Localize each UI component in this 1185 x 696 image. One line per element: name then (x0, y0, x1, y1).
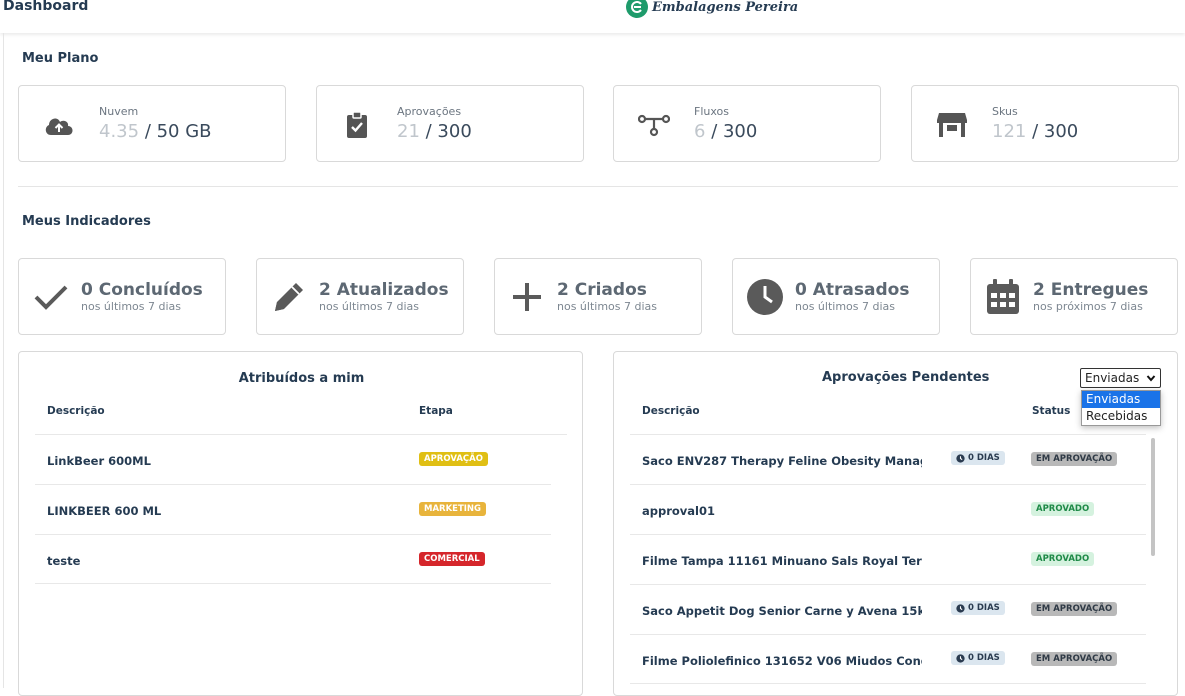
column-header-stage: Etapa (419, 405, 453, 417)
stage-badge: APROVAÇÃO (419, 452, 488, 466)
check-icon (31, 278, 71, 316)
row-description: Filme Poliolefinico 131652 V06 Miudos Co… (642, 654, 922, 668)
top-bar: Dashboard Embalagens Pereira (0, 0, 1185, 33)
section-divider (18, 186, 1178, 187)
indicator-period: nos últimos 7 dias (557, 300, 658, 313)
table-row[interactable]: Saco ENV287 Therapy Feline Obesity Manag… (630, 434, 1146, 484)
days-badge: 0 DIAS (951, 601, 1005, 615)
indicator-period: nos últimos 7 dias (795, 300, 896, 313)
table-row[interactable]: LINKBEER 600 ML MARKETING (35, 484, 551, 534)
indicator-period: nos próximos 7 dias (1033, 300, 1143, 313)
brand-name: Embalagens Pereira (652, 0, 799, 15)
filter-selected-value: Enviadas (1085, 371, 1140, 385)
table-row[interactable]: LinkBeer 600ML APROVAÇÃO (35, 434, 567, 484)
plan-card-cloud: Nuvem 4.35 / 50 GB (18, 85, 286, 162)
indicator-card-late[interactable]: 0 Atrasados nos últimos 7 dias (732, 258, 940, 335)
table-row[interactable]: Saco Appetit Dog Senior Carne y Avena 15… (630, 584, 1146, 634)
indicator-card-created[interactable]: 2 Criados nos últimos 7 dias (494, 258, 702, 335)
clock-icon (956, 603, 965, 613)
indicator-card-updated[interactable]: 2 Atualizados nos últimos 7 dias (256, 258, 464, 335)
table-row[interactable]: Filme Poliolefinico 131652 V06 Miudos Co… (630, 634, 1146, 684)
row-description: Filme Tampa 11161 Minuano Sals Royal Ter… (642, 554, 922, 568)
approval-filter-select[interactable]: Enviadas (1080, 368, 1161, 388)
clock-icon (956, 453, 965, 463)
filter-option-recebidas[interactable]: Recebidas (1082, 408, 1160, 425)
store-icon (936, 111, 968, 139)
left-border (3, 33, 4, 688)
row-description: Saco ENV287 Therapy Feline Obesity Manag… (642, 454, 922, 468)
column-header-description: Descrição (47, 405, 105, 417)
plan-label: Fluxos (694, 105, 729, 118)
indicator-period: nos últimos 7 dias (319, 300, 420, 313)
status-badge: EM APROVAÇÃO (1031, 652, 1118, 666)
row-description: Saco Appetit Dog Senior Carne y Avena 15… (642, 604, 922, 618)
days-badge: 0 DIAS (951, 451, 1005, 465)
plan-label: Skus (992, 105, 1018, 118)
plan-usage: 121 / 300 (992, 121, 1079, 142)
column-header-status: Status (1032, 405, 1071, 417)
row-description: LinkBeer 600ML (47, 454, 151, 468)
calendar-icon (983, 278, 1023, 316)
cloud-upload-icon (43, 111, 75, 139)
plan-card-skus: Skus 121 / 300 (911, 85, 1179, 162)
plan-usage: 6 / 300 (694, 121, 758, 142)
plan-card-flows: Fluxos 6 / 300 (613, 85, 881, 162)
clipboard-check-icon (341, 111, 373, 139)
column-header-description: Descrição (642, 405, 700, 417)
indicator-value: 2 Entregues (1033, 280, 1149, 300)
status-badge: APROVADO (1031, 502, 1095, 516)
stage-badge: COMERCIAL (419, 552, 485, 566)
brand[interactable]: Embalagens Pereira (626, 0, 798, 18)
plan-usage: 4.35 / 50 GB (99, 121, 212, 142)
row-description: approval01 (642, 504, 715, 518)
indicator-value: 0 Atrasados (795, 280, 910, 300)
days-badge: 0 DIAS (951, 651, 1005, 665)
pencil-icon (269, 278, 309, 316)
page-title: Dashboard (3, 0, 89, 14)
assigned-panel: Atribuídos a mim Descrição Etapa LinkBee… (18, 351, 583, 696)
plus-icon (507, 278, 547, 316)
stage-badge: MARKETING (419, 502, 487, 516)
clock-icon (956, 653, 965, 663)
clock-icon (745, 278, 785, 316)
row-description: teste (47, 554, 81, 568)
plan-section-title: Meu Plano (22, 51, 99, 66)
plan-card-approvals: Aprovações 21 / 300 (316, 85, 584, 162)
table-row[interactable]: Filme Tampa 11161 Minuano Sals Royal Ter… (630, 534, 1146, 584)
indicator-card-completed[interactable]: 0 Concluídos nos últimos 7 dias (18, 258, 226, 335)
indicator-value: 0 Concluídos (81, 280, 203, 300)
brand-logo-icon (626, 0, 648, 18)
status-badge: EM APROVAÇÃO (1031, 602, 1118, 616)
indicator-period: nos últimos 7 dias (81, 300, 182, 313)
status-badge: APROVADO (1031, 552, 1095, 566)
table-row[interactable]: teste COMERCIAL (35, 534, 551, 584)
plan-usage: 21 / 300 (397, 121, 472, 142)
indicators-section-title: Meus Indicadores (22, 214, 151, 229)
pending-panel-title: Aprovações Pendentes (822, 370, 990, 385)
table-scrollbar[interactable] (1151, 438, 1155, 556)
assigned-panel-title: Atribuídos a mim (238, 371, 365, 386)
plan-label: Nuvem (99, 105, 139, 118)
row-description: LINKBEER 600 ML (47, 504, 162, 518)
indicator-card-delivered[interactable]: 2 Entregues nos próximos 7 dias (970, 258, 1178, 335)
table-row[interactable]: approval01 APROVADO (630, 484, 1146, 534)
status-badge: EM APROVAÇÃO (1031, 452, 1118, 466)
chevron-down-icon (1146, 375, 1156, 382)
flow-icon (638, 111, 670, 139)
filter-option-enviadas[interactable]: Enviadas (1082, 391, 1160, 408)
indicator-value: 2 Atualizados (319, 280, 449, 300)
indicator-value: 2 Criados (557, 280, 647, 300)
plan-label: Aprovações (397, 105, 462, 118)
approval-filter-dropdown: Enviadas Recebidas (1081, 390, 1161, 426)
